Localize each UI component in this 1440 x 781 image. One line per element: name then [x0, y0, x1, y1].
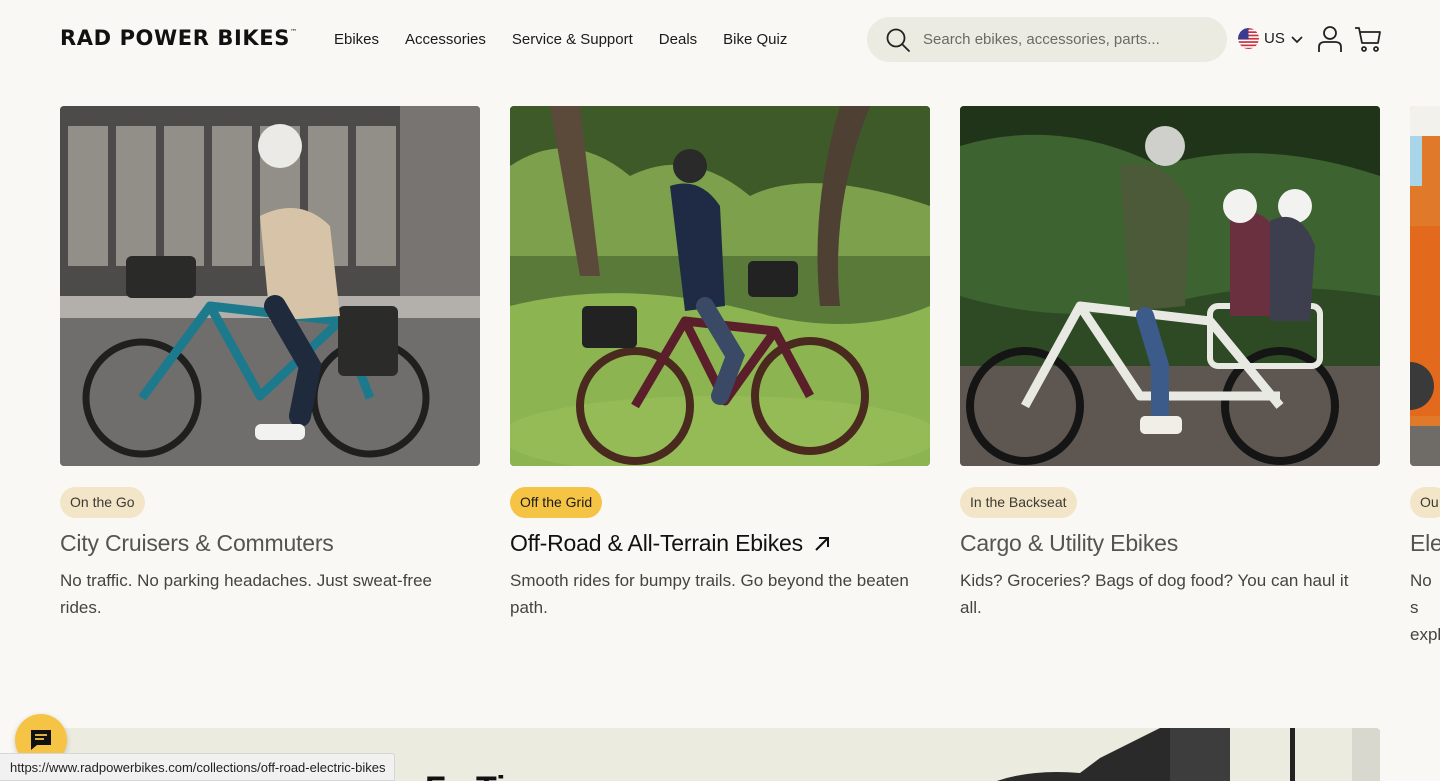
region-label: US — [1264, 30, 1285, 47]
card-description: No s expl — [1410, 571, 1440, 644]
search-input[interactable] — [923, 27, 1213, 51]
nav-ebikes[interactable]: Ebikes — [334, 31, 379, 48]
chat-icon — [31, 730, 51, 750]
category-card-partial[interactable]: Ou Ele No s expl — [1410, 106, 1440, 648]
card-title[interactable]: Cargo & Utility Ebikes — [960, 530, 1380, 557]
card-title[interactable]: City Cruisers & Commuters — [60, 530, 480, 557]
category-card-city[interactable]: On the Go City Cruisers & Commuters No t… — [60, 106, 480, 621]
card-tag: Ou — [1410, 487, 1440, 518]
card-description: Smooth rides for bumpy trails. Go beyond… — [510, 571, 909, 617]
card-tag: Off the Grid — [510, 487, 603, 518]
arrow-up-right-icon — [815, 536, 829, 551]
nav-accessories[interactable]: Accessories — [405, 31, 486, 48]
chevron-down-icon — [1291, 35, 1303, 43]
brand-logo-tm: ™ — [289, 28, 298, 36]
city-commuter-photo[interactable] — [60, 106, 480, 466]
region-selector[interactable]: US — [1238, 28, 1304, 49]
promo-bike-photo — [996, 728, 1380, 781]
card-title[interactable]: Ele — [1410, 530, 1440, 557]
cargo-utility-photo[interactable] — [960, 106, 1380, 466]
category-card-off-road[interactable]: Off the Grid Off-Road & All-Terrain Ebik… — [510, 106, 930, 621]
search-icon[interactable] — [885, 27, 911, 53]
account-icon[interactable] — [1317, 25, 1343, 53]
card-title-text: Off-Road & All-Terrain Ebikes — [510, 530, 803, 556]
brand-logo-text: RAD POWER BIKES — [60, 26, 290, 50]
site-header: RAD POWER BIKES™ Ebikes Accessories Serv… — [0, 0, 1440, 80]
card-tag: On the Go — [60, 487, 145, 518]
page: RAD POWER BIKES™ Ebikes Accessories Serv… — [0, 0, 1440, 781]
nav-service-support[interactable]: Service & Support — [512, 31, 633, 48]
main-nav: Ebikes Accessories Service & Support Dea… — [334, 31, 813, 48]
category-card-cargo[interactable]: In the Backseat Cargo & Utility Ebikes K… — [960, 106, 1380, 621]
off-road-photo[interactable] — [510, 106, 930, 466]
card-title-text: Cargo & Utility Ebikes — [960, 530, 1179, 556]
partial-card-photo[interactable] — [1410, 106, 1440, 466]
card-title-text: Ele — [1410, 530, 1440, 556]
nav-deals[interactable]: Deals — [659, 31, 697, 48]
search-bar[interactable] — [867, 17, 1227, 62]
card-tag: In the Backseat — [960, 487, 1077, 518]
nav-bike-quiz[interactable]: Bike Quiz — [723, 31, 787, 48]
card-title-text: City Cruisers & Commuters — [60, 530, 334, 556]
card-title-link[interactable]: Off-Road & All-Terrain Ebikes — [510, 530, 930, 557]
us-flag-icon — [1238, 28, 1259, 49]
brand-logo[interactable]: RAD POWER BIKES™ — [60, 26, 298, 50]
status-bar-url: https://www.radpowerbikes.com/collection… — [0, 753, 396, 781]
promo-heading: Fo Ti — [425, 770, 506, 781]
card-description: No traffic. No parking headaches. Just s… — [60, 571, 432, 617]
cart-icon[interactable] — [1354, 25, 1382, 53]
card-description: Kids? Groceries? Bags of dog food? You c… — [960, 571, 1349, 617]
